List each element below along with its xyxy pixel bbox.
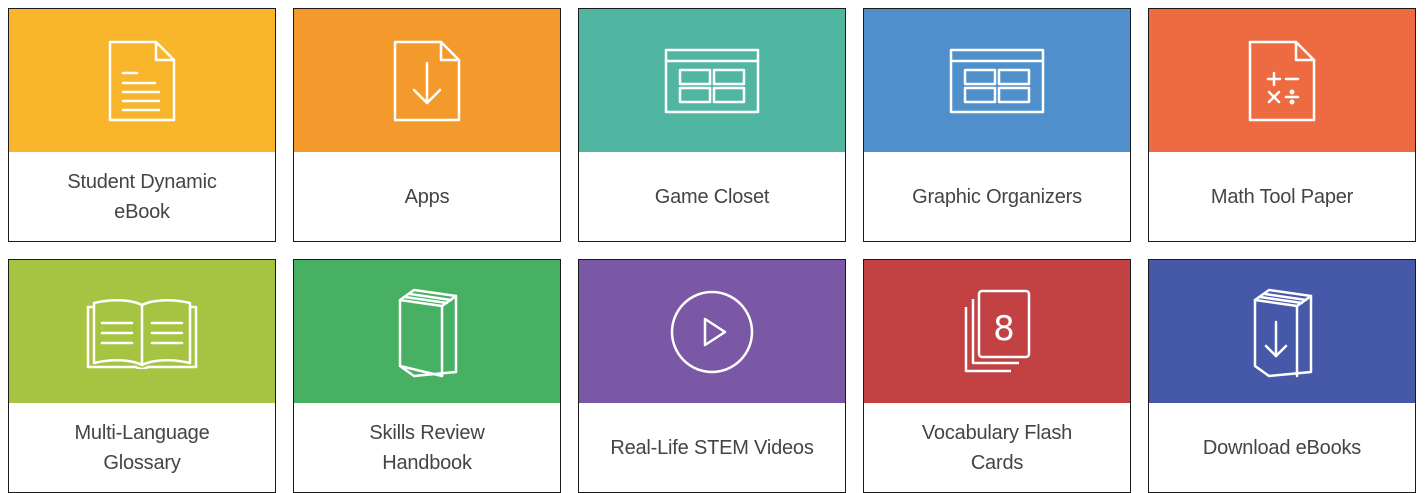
tile-download-ebooks[interactable]: Download eBooks (1148, 259, 1416, 493)
tile-icon-area (294, 260, 560, 403)
tile-vocabulary-flash-cards[interactable]: 8 Vocabulary Flash Cards (863, 259, 1131, 493)
tile-icon-area (1149, 9, 1415, 152)
tile-label-area: Vocabulary Flash Cards (864, 403, 1130, 492)
tile-icon-area (9, 260, 275, 403)
handbook-icon (394, 286, 460, 378)
tile-icon-area (1149, 260, 1415, 403)
tile-graphic-organizers[interactable]: Graphic Organizers (863, 8, 1131, 242)
tile-label-area: Student Dynamic eBook (9, 152, 275, 241)
tile-label-area: Math Tool Paper (1149, 152, 1415, 241)
tile-student-dynamic-ebook[interactable]: Student Dynamic eBook (8, 8, 276, 242)
tile-label: Apps (404, 185, 450, 208)
tile-label-area: Game Closet (579, 152, 845, 241)
flash-card-number: 8 (993, 309, 1015, 349)
tile-label: Game Closet (654, 185, 770, 208)
tile-label: Multi-Language Glossary (74, 421, 210, 474)
tile-multi-language-glossary[interactable]: Multi-Language Glossary (8, 259, 276, 493)
tile-label-area: Multi-Language Glossary (9, 403, 275, 492)
tile-real-life-stem-videos[interactable]: Real-Life STEM Videos (578, 259, 846, 493)
tile-label: Real-Life STEM Videos (610, 436, 814, 459)
tile-label: Vocabulary Flash Cards (921, 421, 1073, 474)
tile-label: Graphic Organizers (912, 185, 1082, 208)
tile-label-area: Apps (294, 152, 560, 241)
tile-icon-area (579, 260, 845, 403)
download-document-icon (392, 39, 462, 123)
tile-skills-review-handbook[interactable]: Skills Review Handbook (293, 259, 561, 493)
document-icon (107, 39, 177, 123)
tile-label: Download eBooks (1202, 436, 1362, 459)
game-board-icon (664, 48, 760, 114)
tile-icon-area (579, 9, 845, 152)
tile-game-closet[interactable]: Game Closet (578, 8, 846, 242)
math-paper-icon (1247, 39, 1317, 123)
tile-icon-area: 8 (864, 260, 1130, 403)
tile-icon-area (864, 9, 1130, 152)
tile-label-area: Graphic Organizers (864, 152, 1130, 241)
tile-math-tool-paper[interactable]: Math Tool Paper (1148, 8, 1416, 242)
play-icon (669, 289, 755, 375)
tile-apps[interactable]: Apps (293, 8, 561, 242)
download-book-icon (1249, 286, 1315, 378)
tile-label-area: Download eBooks (1149, 403, 1415, 492)
tile-label-area: Real-Life STEM Videos (579, 403, 845, 492)
tile-label: Math Tool Paper (1210, 185, 1354, 208)
tile-label-area: Skills Review Handbook (294, 403, 560, 492)
tile-label: Skills Review Handbook (369, 421, 485, 474)
tile-icon-area (9, 9, 275, 152)
open-book-icon (86, 295, 198, 369)
tile-label: Student Dynamic eBook (67, 170, 217, 223)
flash-cards-icon: 8 (961, 289, 1033, 375)
tile-icon-area (294, 9, 560, 152)
resource-grid: Student Dynamic eBook Apps Game Closet G… (8, 8, 1416, 493)
organizer-grid-icon (949, 48, 1045, 114)
